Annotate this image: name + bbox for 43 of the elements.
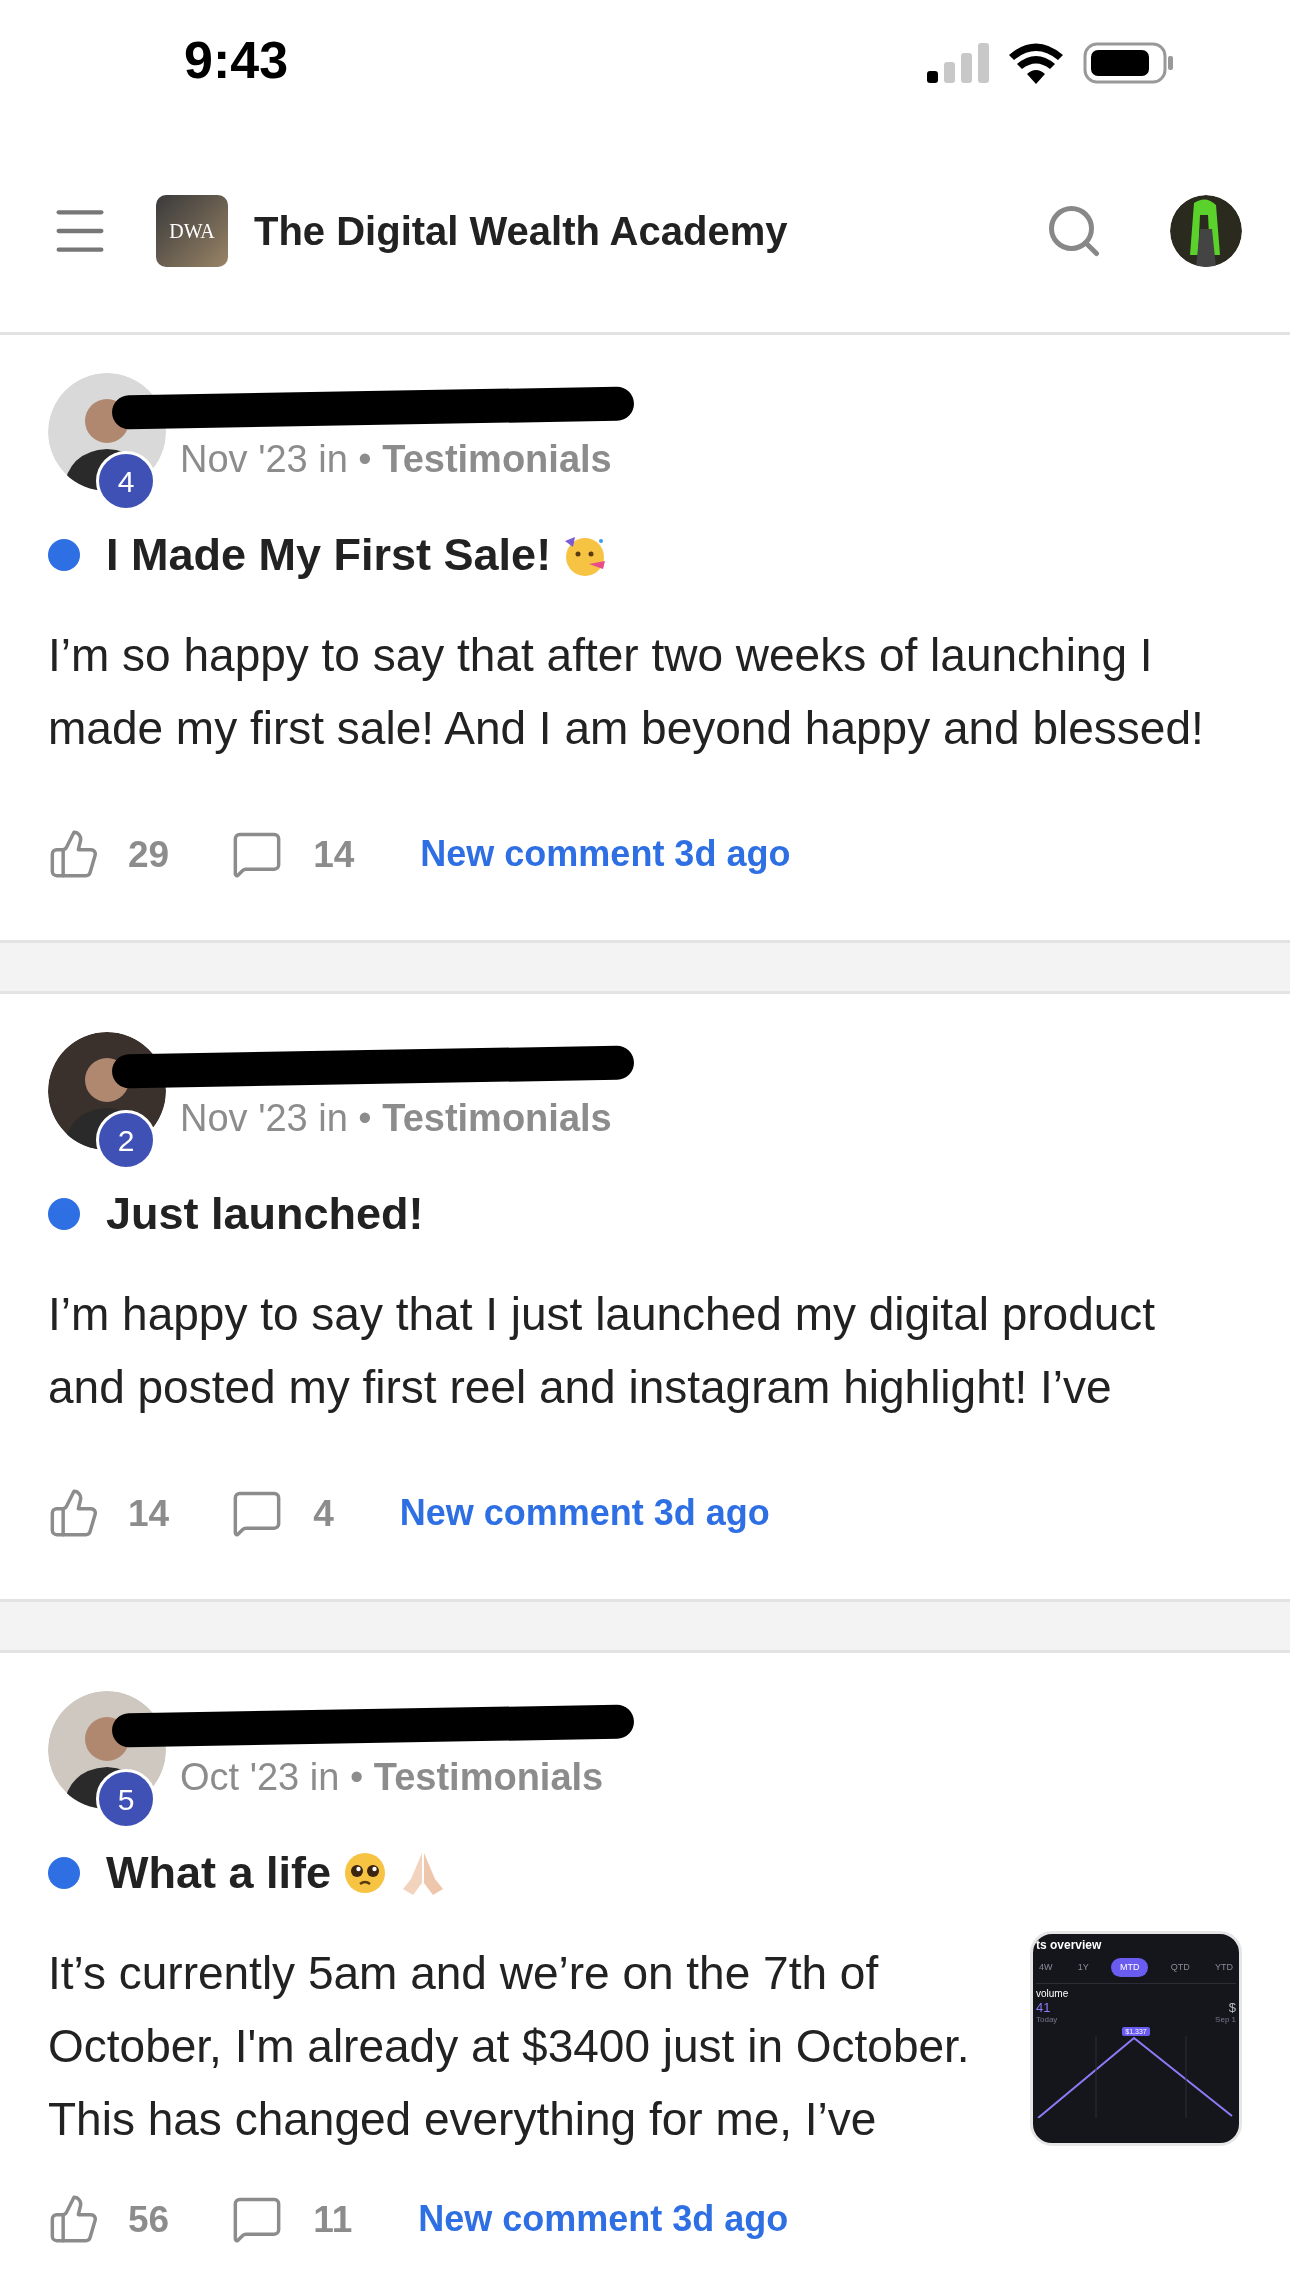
wifi-icon [1007,42,1065,84]
level-badge: 2 [96,1110,156,1170]
post-title[interactable]: What a life [106,1839,332,1907]
profile-avatar[interactable] [1170,195,1242,267]
range-tab[interactable]: QTD [1167,1957,1193,1977]
comment-count: 11 [313,2197,353,2242]
post-title[interactable]: Just launched! [106,1180,424,1248]
range-tab[interactable]: YTD [1211,1957,1236,1977]
level-badge: 4 [96,451,156,511]
post-meta: Oct '23 in • Testimonials [180,1755,604,1799]
post-text-line: October, I'm already at $3400 just in October. [48,2018,970,2074]
like-count: 14 [128,1491,170,1536]
post-text-line: This has changed everything for me, I’ve [48,2091,878,2147]
signal-icon [927,43,989,83]
status-time: 9:43 [184,30,289,91]
range-tab[interactable]: 1Y [1074,1957,1092,1977]
thumbnail-title: ts overview [1036,1937,1103,1952]
post-text-line: I’m happy to say that I just launched my digital product [48,1286,1156,1342]
post-text-line: made my first sale! And I am beyond happy and blessed! [48,700,1204,756]
level-badge: 5 [96,1769,156,1829]
post-meta: Nov '23 in • Testimonials [180,437,612,481]
metric-value: 41 [1036,2000,1052,2015]
battery-icon [1083,42,1175,84]
side-date: Sep 1 [1215,2015,1236,2025]
post-text-line: It’s currently 5am and we’re on the 7th of [48,1945,880,2001]
academy-title[interactable]: The Digital Wealth Academy [254,201,788,261]
comment-count: 14 [313,832,355,877]
like-count: 56 [128,2197,170,2242]
new-comment-link[interactable]: New comment 3d ago [399,1486,770,1541]
new-comment-link[interactable]: New comment 3d ago [420,827,791,882]
post-meta: Nov '23 in • Testimonials [180,1096,612,1140]
metric-date: Today [1036,2015,1059,2025]
metric-label: volume [1036,1988,1069,2000]
comment-count: 4 [313,1491,334,1536]
post-title[interactable]: I Made My First Sale! [106,521,552,589]
range-tab[interactable]: 4W [1036,1957,1056,1977]
range-tab[interactable]: MTD [1111,1957,1149,1977]
post-text-line: I’m so happy to say that after two weeks of launching I [48,627,1154,683]
new-comment-link[interactable]: New comment 3d ago [418,2192,789,2247]
like-count: 29 [128,832,170,877]
academy-logo[interactable]: DWA [156,195,228,267]
side-value: $ [1228,2000,1236,2015]
post-text-line: and posted my first reel and instagram highlight! I’ve [48,1359,1113,1415]
